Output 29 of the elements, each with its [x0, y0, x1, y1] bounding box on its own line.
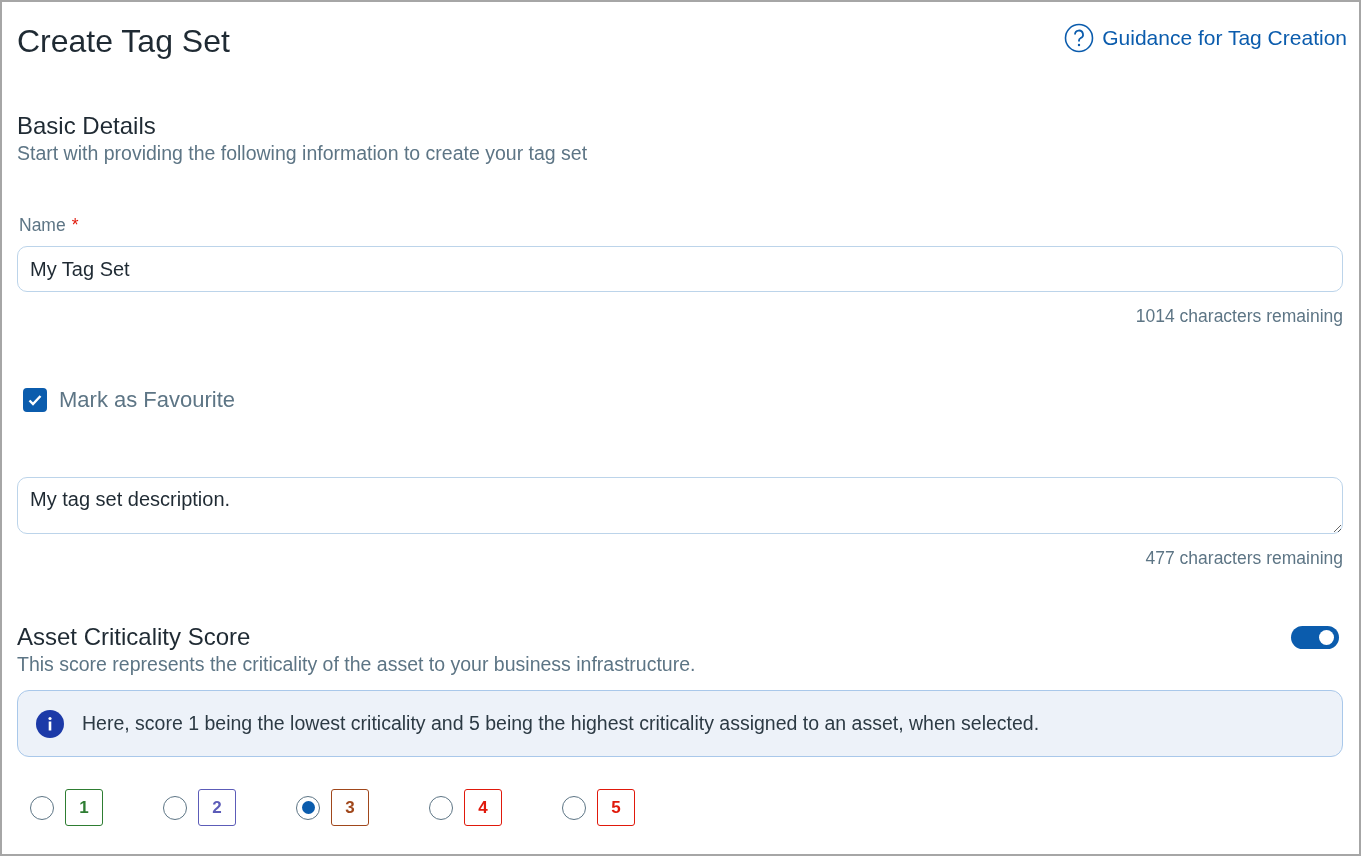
info-icon — [36, 709, 64, 738]
required-mark: * — [71, 215, 79, 236]
score-radio[interactable] — [562, 795, 586, 820]
checkbox-label: Mark as Favourite — [59, 387, 236, 413]
favourite-checkbox[interactable] — [23, 388, 47, 412]
score-tag: 1 — [65, 789, 103, 826]
score-radio[interactable] — [163, 795, 187, 820]
score-tag: 3 — [331, 789, 369, 826]
criticality-toggle[interactable] — [1291, 625, 1339, 649]
section-heading: Asset Criticality Score — [17, 623, 251, 651]
score-radio[interactable] — [429, 795, 453, 820]
field-label: Name — [19, 215, 66, 236]
section-heading: Basic Details — [17, 112, 157, 140]
score-tag: 4 — [464, 789, 502, 826]
check-icon — [28, 394, 42, 406]
character-counter: 1014 characters remaining — [1135, 306, 1343, 327]
description-input-field[interactable]: My tag set description. — [17, 477, 1343, 534]
score-radio[interactable] — [30, 795, 54, 820]
section-subtitle: This score represents the criticality of the asset to your business infrastructure. — [17, 653, 697, 676]
name-input-field[interactable]: My Tag Set — [17, 246, 1343, 292]
score-tag: 5 — [597, 789, 635, 826]
section-subtitle: Start with providing the following information to create your tag set — [17, 142, 589, 165]
guidance-link[interactable]: Guidance for Tag Creation — [1064, 23, 1347, 53]
score-radio[interactable] — [296, 795, 320, 820]
info-text: Here, score 1 being the lowest criticality and 5 being the highest criticality assigned to an asset, when selected. — [82, 712, 1040, 735]
score-tag: 2 — [198, 789, 236, 826]
page-title: Create Tag Set — [17, 22, 230, 60]
character-counter: 477 characters remaining — [1145, 548, 1343, 569]
help-icon — [1064, 23, 1095, 53]
